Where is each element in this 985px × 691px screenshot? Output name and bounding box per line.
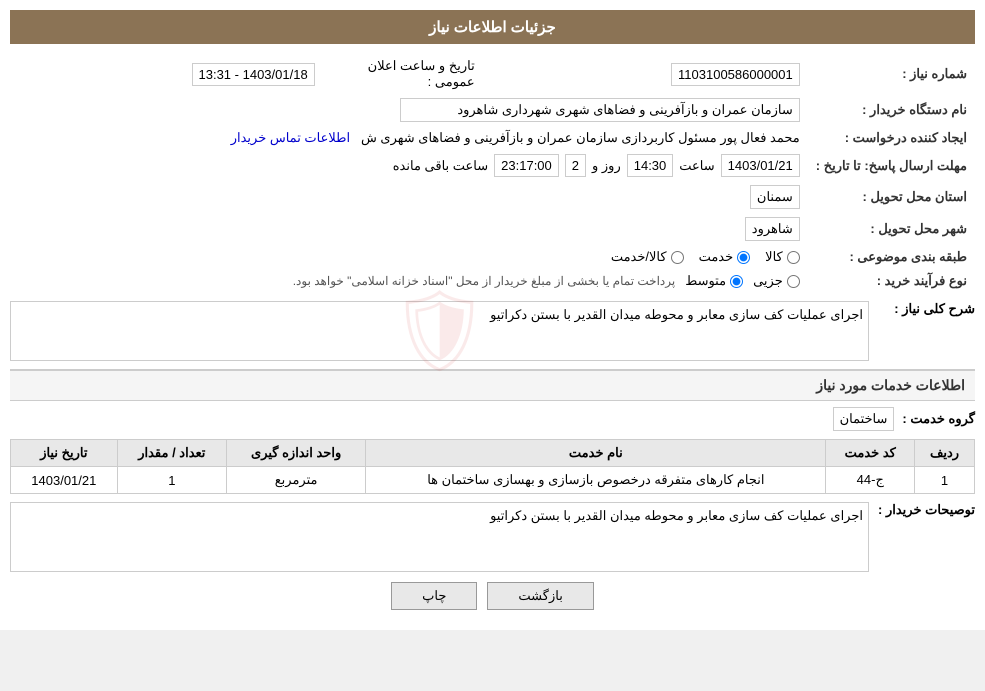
mohlat-label: مهلت ارسال پاسخ: تا تاریخ :: [808, 150, 975, 181]
farande-jozi-label: جزیی: [753, 273, 783, 289]
ettelaat-tamas-link[interactable]: اطلاعات تماس خریدار: [231, 130, 350, 145]
sharh-value: اجرای عملیات کف سازی معابر و محوطه میدان…: [10, 301, 869, 361]
name-dastgah-label: نام دستگاه خریدار :: [808, 94, 975, 126]
tarikhe-elan-value: 1403/01/18 - 13:31: [192, 63, 315, 86]
mohlat-remaining-value: 23:17:00: [494, 154, 559, 177]
ijad-konande-value: محمد فعال پور مسئول کاربردازی سازمان عمر…: [361, 130, 800, 145]
sharh-label: شرح کلی نیاز :: [875, 301, 975, 317]
tabaqe-kalakhedmat-label: کالا/خدمت: [611, 249, 667, 265]
farande-jozi-radio[interactable]: [787, 275, 800, 288]
service-table: ردیف کد خدمت نام خدمت واحد اندازه گیری ت…: [10, 439, 975, 494]
shenare-niaz-value: 1103100586000001: [671, 63, 800, 86]
mohlat-saat-value: 14:30: [627, 154, 674, 177]
mohlat-row: 1403/01/21 ساعت 14:30 روز و 2 23:17:00 س…: [18, 154, 800, 177]
table-row: 1 ج-44 انجام کارهای متفرقه درخصوص بازساز…: [11, 467, 975, 494]
col-code: کد خدمت: [826, 440, 915, 467]
info-table: شماره نیاز : 1103100586000001 تاریخ و سا…: [10, 54, 975, 293]
ostan-label: استان محل تحویل :: [808, 181, 975, 213]
shenare-niaz-label: شماره نیاز :: [808, 54, 975, 94]
sharh-section: شرح کلی نیاز : 🛡 اجرای عملیات کف سازی مع…: [10, 301, 975, 361]
mohlat-date: 1403/01/21: [721, 154, 800, 177]
print-button[interactable]: چاپ: [391, 582, 477, 610]
farande-note: پرداخت تمام یا بخشی از مبلغ خریدار از مح…: [293, 274, 676, 288]
service-info-title: اطلاعات خدمات مورد نیاز: [10, 369, 975, 401]
mohlat-remaining-label: ساعت باقی مانده: [393, 158, 488, 174]
tabaqe-kalakhedmat-radio[interactable]: [671, 251, 684, 264]
cell-date: 1403/01/21: [11, 467, 118, 494]
cell-qty: 1: [117, 467, 226, 494]
cell-code: ج-44: [826, 467, 915, 494]
shahr-value: شاهرود: [745, 217, 800, 241]
tabaqe-kala: کالا: [765, 249, 800, 265]
tosif-value: اجرای عملیات کف سازی معابر و محوطه میدان…: [10, 502, 869, 572]
buttons-row: بازگشت چاپ: [10, 582, 975, 610]
farande-label: نوع فرآیند خرید :: [808, 269, 975, 293]
page-title: جزئیات اطلاعات نیاز: [10, 10, 975, 44]
col-date: تاریخ نیاز: [11, 440, 118, 467]
farande-motavasset: متوسط: [685, 273, 743, 289]
col-radif: ردیف: [915, 440, 975, 467]
ostan-value: سمنان: [750, 185, 800, 209]
tabaqe-kala-label: کالا: [765, 249, 783, 265]
farande-motavasset-radio[interactable]: [730, 275, 743, 288]
tosif-section: توصیحات خریدار : اجرای عملیات کف سازی مع…: [10, 502, 975, 572]
shahr-label: شهر محل تحویل :: [808, 213, 975, 245]
tabaqe-kala-khedmat: کالا/خدمت: [611, 249, 684, 265]
tabaqe-khedmat-label: خدمت: [699, 249, 734, 265]
tabaqe-khedmat-radio[interactable]: [737, 251, 750, 264]
mohlat-rooz-value: 2: [565, 154, 586, 177]
col-unit: واحد اندازه گیری: [227, 440, 366, 467]
grooh-khedmat-value: ساختمان: [833, 407, 895, 431]
cell-name: انجام کارهای متفرقه درخصوص بازسازی و بهس…: [366, 467, 826, 494]
name-dastgah-value: سازمان عمران و بازآفرینی و فضاهای شهری ش…: [400, 98, 800, 122]
col-name: نام خدمت: [366, 440, 826, 467]
cell-unit: مترمربع: [227, 467, 366, 494]
tarikhe-elan-label: تاریخ و ساعت اعلان عمومی :: [323, 54, 483, 94]
grooh-khedmat-label: گروه خدمت :: [902, 411, 975, 427]
mohlat-saat-label: ساعت: [679, 158, 714, 174]
farande-jozi: جزیی: [753, 273, 800, 289]
mohlat-rooz-label: روز و: [592, 158, 621, 174]
tabaqe-label: طبقه بندی موضوعی :: [808, 245, 975, 269]
tabaqe-khedmat: خدمت: [699, 249, 751, 265]
ijad-konande-label: ایجاد کننده درخواست :: [808, 126, 975, 150]
back-button[interactable]: بازگشت: [487, 582, 593, 610]
col-qty: تعداد / مقدار: [117, 440, 226, 467]
cell-radif: 1: [915, 467, 975, 494]
tabaqe-kala-radio[interactable]: [787, 251, 800, 264]
tabaqe-group: کالا خدمت کالا/خدمت: [18, 249, 800, 265]
tosif-label: توصیحات خریدار :: [875, 502, 975, 518]
farande-group: جزیی متوسط پرداخت تمام یا بخشی از مبلغ خ…: [18, 273, 800, 289]
farande-motavasset-label: متوسط: [685, 273, 726, 289]
grooh-row: گروه خدمت : ساختمان: [10, 407, 975, 431]
